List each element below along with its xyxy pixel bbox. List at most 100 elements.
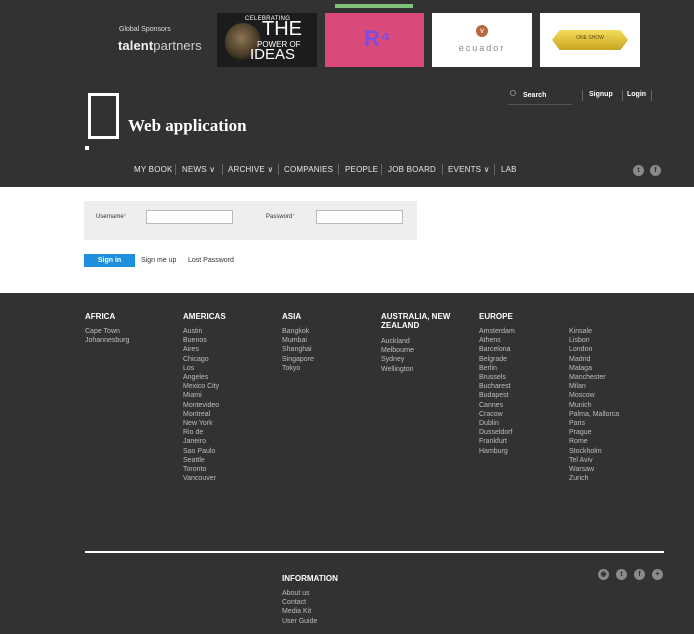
lost-password-link[interactable]: Lost Password bbox=[188, 257, 234, 264]
city-link[interactable]: Malaga bbox=[569, 364, 619, 373]
login-link[interactable]: Login bbox=[627, 91, 646, 98]
city-link[interactable]: Melbourne bbox=[381, 346, 414, 355]
city-link[interactable]: Auckland bbox=[381, 337, 414, 346]
city-link[interactable]: Buenos bbox=[183, 336, 219, 345]
city-link[interactable]: Tel Aviv bbox=[569, 456, 619, 465]
city-link[interactable]: Hamburg bbox=[479, 447, 515, 456]
city-link[interactable]: Montevideo bbox=[183, 401, 219, 410]
city-link[interactable]: Cape Town bbox=[85, 327, 129, 336]
nav-item-news[interactable]: NEWS ∨ bbox=[182, 165, 215, 174]
ad-banner-ecuador[interactable]: v ecuador bbox=[432, 13, 532, 67]
city-link[interactable]: Berlin bbox=[479, 364, 515, 373]
city-link[interactable]: Mumbai bbox=[282, 336, 314, 345]
city-link[interactable]: Sydney bbox=[381, 355, 414, 364]
city-link[interactable]: Vancouver bbox=[183, 474, 219, 483]
media-kit-link[interactable]: Media Kit bbox=[282, 607, 317, 616]
site-footer: AFRICA Cape Town Johannesburg AMERICAS Au… bbox=[0, 293, 694, 634]
city-link[interactable]: Montreal bbox=[183, 410, 219, 419]
city-link[interactable]: Warsaw bbox=[569, 465, 619, 474]
facebook-icon[interactable]: f bbox=[634, 569, 645, 580]
contact-link[interactable]: Contact bbox=[282, 598, 317, 607]
password-label: Password* bbox=[266, 214, 295, 220]
user-guide-link[interactable]: User Guide bbox=[282, 617, 317, 626]
city-link[interactable]: Frankfurt bbox=[479, 437, 515, 446]
city-link[interactable]: Toronto bbox=[183, 465, 219, 474]
city-link[interactable]: Manchester bbox=[569, 373, 619, 382]
city-link[interactable]: Aires bbox=[183, 345, 219, 354]
city-link[interactable]: Mexico City bbox=[183, 382, 219, 391]
twitter-icon[interactable]: t bbox=[633, 165, 644, 176]
city-link[interactable]: Dublin bbox=[479, 419, 515, 428]
twitter-icon[interactable]: t bbox=[616, 569, 627, 580]
city-link[interactable]: Belgrade bbox=[479, 355, 515, 364]
city-link[interactable]: Seattle bbox=[183, 456, 219, 465]
instagram-icon[interactable]: ◉ bbox=[598, 569, 609, 580]
city-link[interactable]: Madrid bbox=[569, 355, 619, 364]
city-link[interactable]: Athens bbox=[479, 336, 515, 345]
city-link[interactable]: Dusseldorf bbox=[479, 428, 515, 437]
sign-me-up-link[interactable]: Sign me up bbox=[141, 257, 176, 264]
city-link[interactable]: Rome bbox=[569, 437, 619, 446]
search-field[interactable]: Search bbox=[508, 90, 572, 105]
city-link[interactable]: Tokyo bbox=[282, 364, 314, 373]
site-title[interactable]: Web application bbox=[128, 116, 247, 136]
city-link[interactable]: Sao Paulo bbox=[183, 447, 219, 456]
nav-item-people[interactable]: PEOPLE bbox=[345, 165, 378, 174]
username-input[interactable] bbox=[146, 210, 233, 224]
ad-banner-ideas[interactable]: CELEBRATING THE POWER OF IDEAS bbox=[217, 13, 317, 67]
city-link[interactable]: Amsterdam bbox=[479, 327, 515, 336]
google-plus-icon[interactable]: + bbox=[652, 569, 663, 580]
city-link[interactable]: Miami bbox=[183, 391, 219, 400]
site-logo[interactable] bbox=[88, 93, 119, 139]
city-link[interactable]: Kinsale bbox=[569, 327, 619, 336]
city-link[interactable]: Angeles bbox=[183, 373, 219, 382]
city-link[interactable]: Singapore bbox=[282, 355, 314, 364]
city-link[interactable]: Janeiro bbox=[183, 437, 219, 446]
ad-banner-gold[interactable]: ONE SHOW bbox=[540, 13, 640, 67]
city-link[interactable]: Cracow bbox=[479, 410, 515, 419]
city-link[interactable]: Johannesburg bbox=[85, 336, 129, 345]
sign-in-button[interactable]: Sign in bbox=[84, 254, 135, 267]
city-link[interactable]: Chicago bbox=[183, 355, 219, 364]
nav-item-companies[interactable]: COMPANIES bbox=[284, 165, 333, 174]
city-link[interactable]: Munich bbox=[569, 401, 619, 410]
nav-item-my-book[interactable]: MY BOOK bbox=[134, 165, 173, 174]
signup-link[interactable]: Signup bbox=[589, 91, 613, 98]
nav-item-job-board[interactable]: JOB BOARD bbox=[388, 165, 436, 174]
nav-item-archive[interactable]: ARCHIVE ∨ bbox=[228, 165, 273, 174]
city-link[interactable]: Lisbon bbox=[569, 336, 619, 345]
city-link[interactable]: Brussels bbox=[479, 373, 515, 382]
city-link[interactable]: Milan bbox=[569, 382, 619, 391]
sponsor-logo[interactable]: talentpartners bbox=[118, 38, 202, 53]
city-link[interactable]: Cannes bbox=[479, 401, 515, 410]
region-title-americas[interactable]: AMERICAS bbox=[183, 312, 226, 321]
region-title-europe[interactable]: EUROPE bbox=[479, 312, 513, 321]
nav-item-lab[interactable]: LAB bbox=[501, 165, 517, 174]
city-link[interactable]: Paris bbox=[569, 419, 619, 428]
region-title-australia-nz[interactable]: AUSTRALIA, NEW ZEALAND bbox=[381, 312, 466, 330]
sponsor-brand-bold: talent bbox=[118, 38, 154, 53]
facebook-icon[interactable]: f bbox=[650, 165, 661, 176]
city-link[interactable]: Los bbox=[183, 364, 219, 373]
city-link[interactable]: Budapest bbox=[479, 391, 515, 400]
city-link[interactable]: Zurich bbox=[569, 474, 619, 483]
password-input[interactable] bbox=[316, 210, 403, 224]
city-link[interactable]: New York bbox=[183, 419, 219, 428]
city-link[interactable]: Palma, Mallorca bbox=[569, 410, 619, 419]
city-link[interactable]: Bangkok bbox=[282, 327, 314, 336]
city-link[interactable]: Moscow bbox=[569, 391, 619, 400]
nav-item-events[interactable]: EVENTS ∨ bbox=[448, 165, 490, 174]
city-link[interactable]: Prague bbox=[569, 428, 619, 437]
about-us-link[interactable]: About us bbox=[282, 589, 317, 598]
region-title-asia[interactable]: ASIA bbox=[282, 312, 301, 321]
city-link[interactable]: Bucharest bbox=[479, 382, 515, 391]
city-link[interactable]: Austin bbox=[183, 327, 219, 336]
ad-banner-pink[interactable]: R⁴ bbox=[325, 13, 424, 67]
city-link[interactable]: Barcelona bbox=[479, 345, 515, 354]
city-link[interactable]: Stockholm bbox=[569, 447, 619, 456]
region-title-africa[interactable]: AFRICA bbox=[85, 312, 115, 321]
city-link[interactable]: Shanghai bbox=[282, 345, 314, 354]
city-link[interactable]: Rio de bbox=[183, 428, 219, 437]
city-link[interactable]: London bbox=[569, 345, 619, 354]
city-link[interactable]: Wellington bbox=[381, 365, 414, 374]
